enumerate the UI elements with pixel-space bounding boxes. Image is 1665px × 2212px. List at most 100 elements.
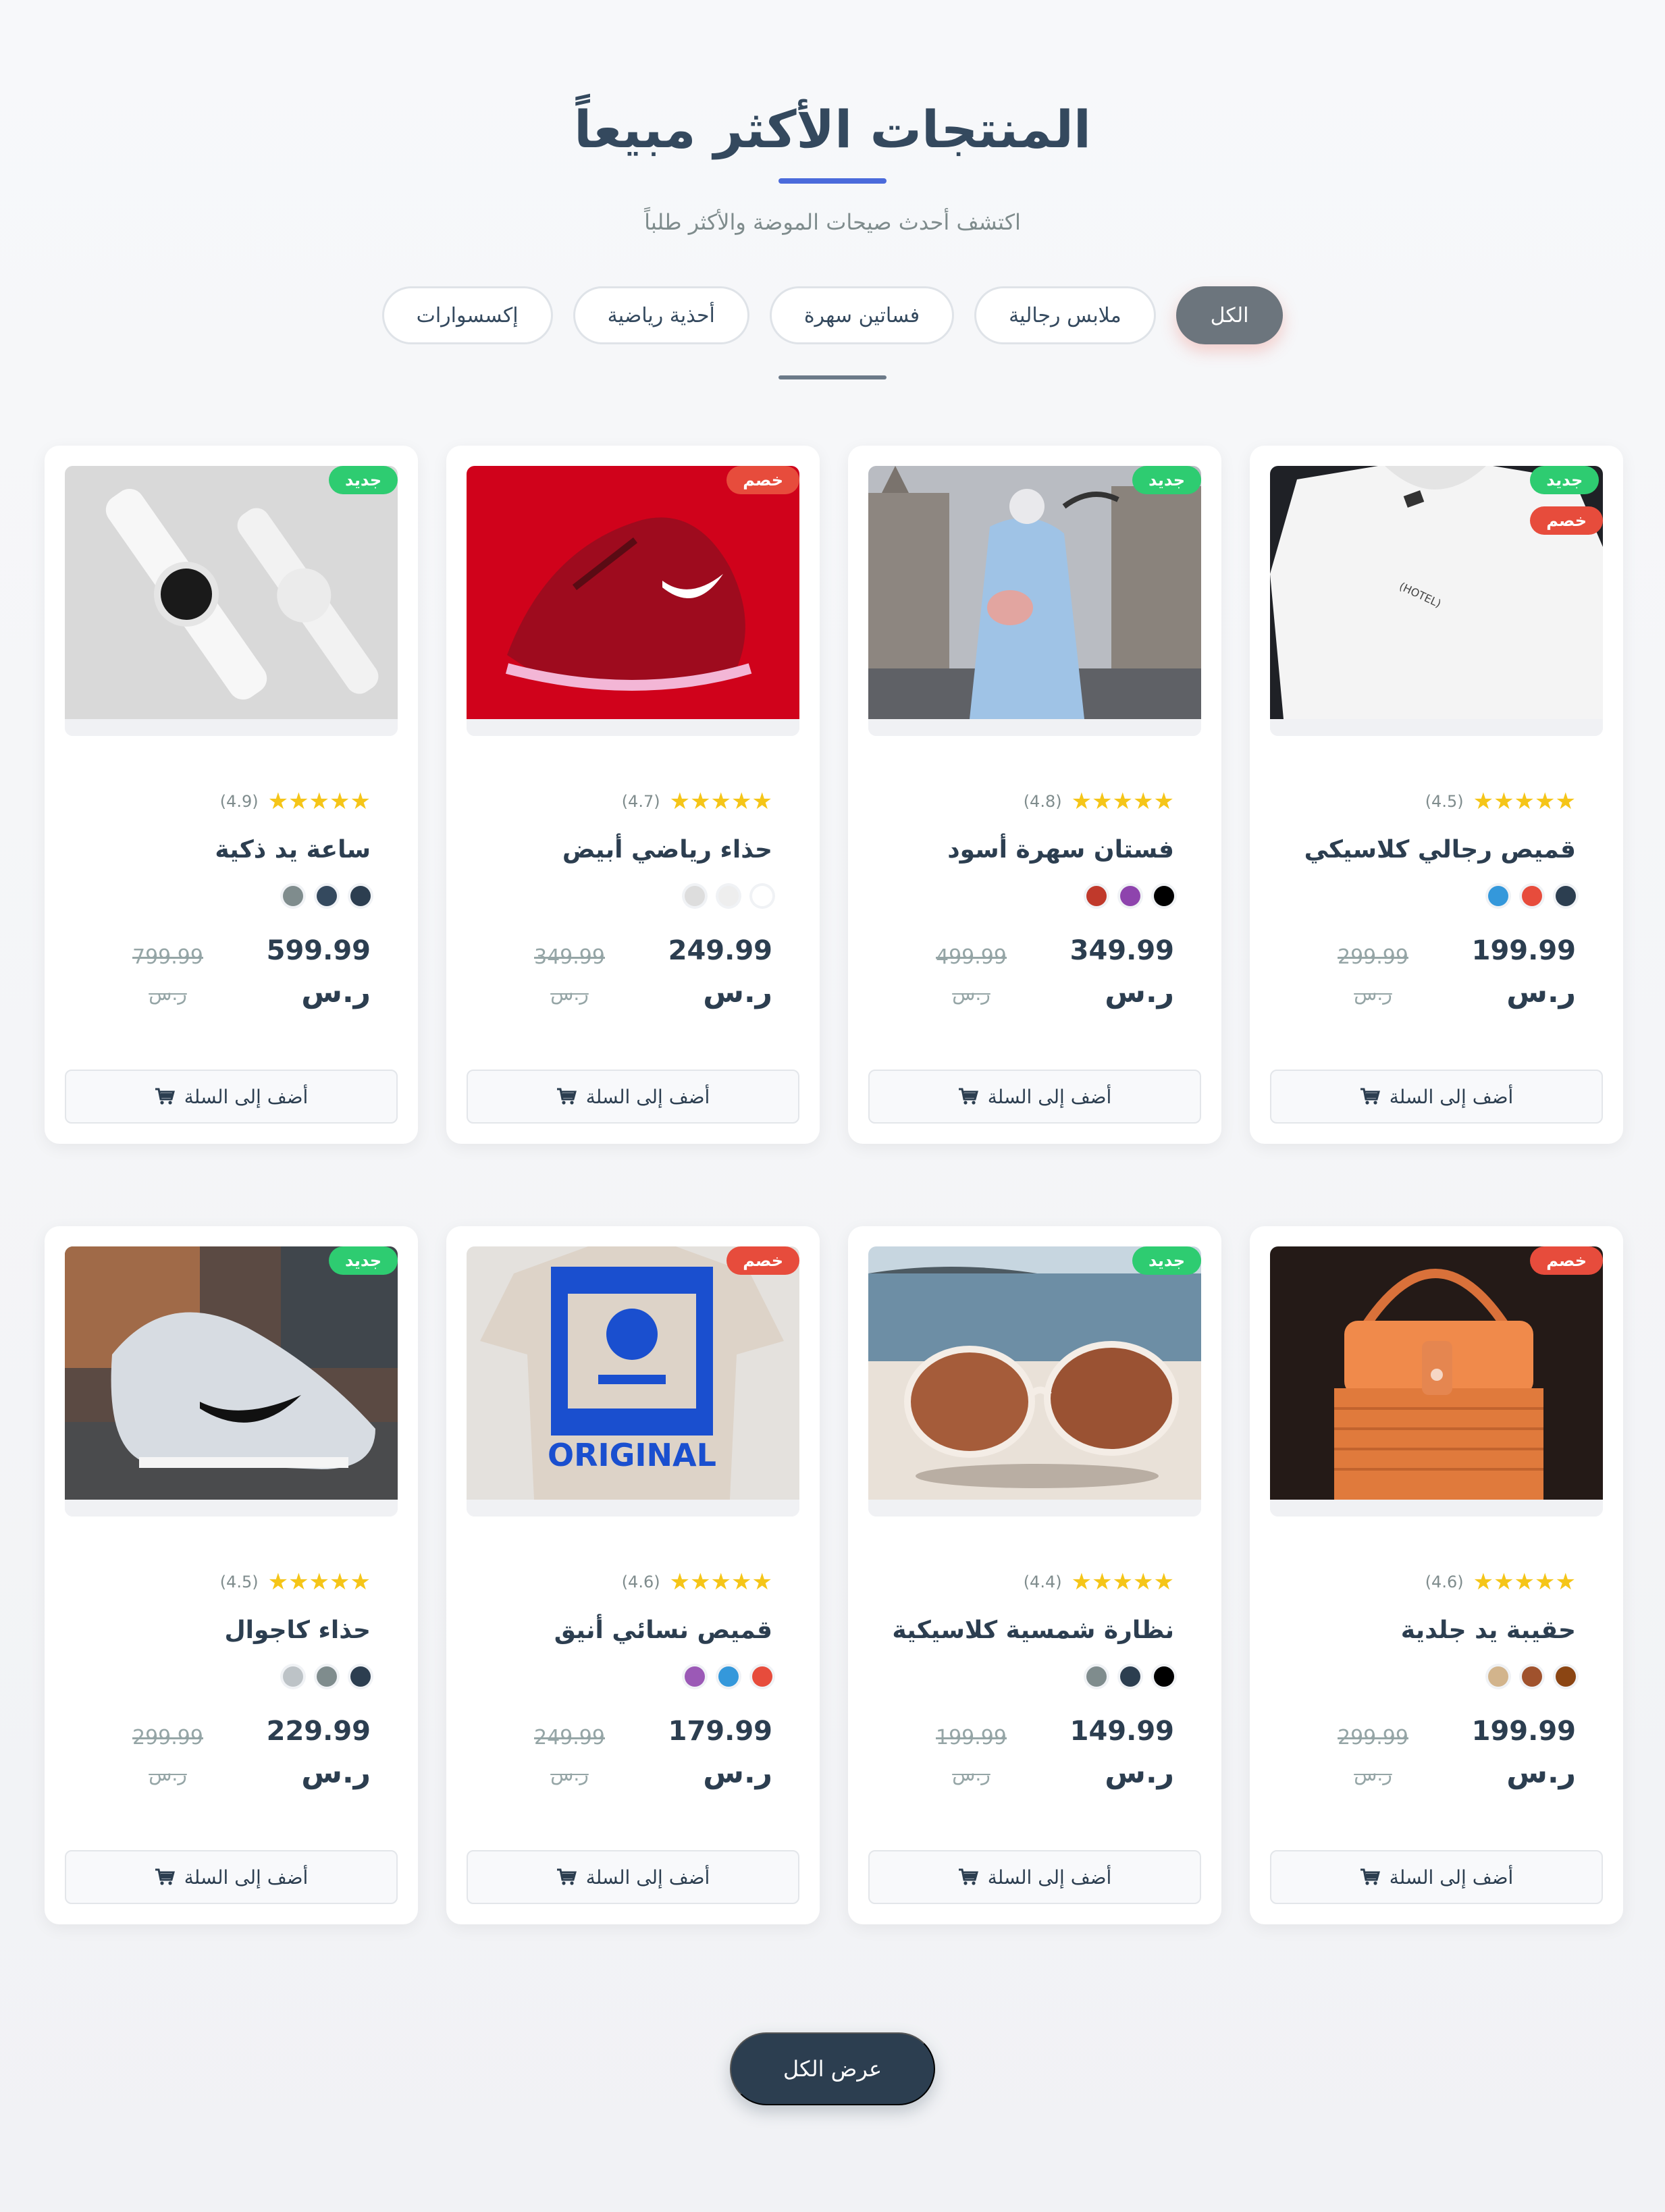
color-swatch[interactable] xyxy=(752,1666,772,1687)
add-to-cart-button[interactable]: أضف إلى السلة xyxy=(467,1070,799,1124)
star-rating-icon: ★★★★★ xyxy=(1473,1569,1576,1596)
svg-text:ORIGINAL: ORIGINAL xyxy=(548,1437,716,1473)
cart-icon xyxy=(1360,1868,1380,1885)
product-name[interactable]: ساعة يد ذكية xyxy=(215,836,371,864)
product-image[interactable] xyxy=(467,466,799,736)
product-card[interactable]: جديد ★★★★★ (4.8) فستان سهرة أسود 349.99 … xyxy=(848,446,1221,1144)
product-image[interactable] xyxy=(65,466,398,736)
rating: ★★★★★ (4.4) xyxy=(1024,1571,1174,1594)
color-swatch[interactable] xyxy=(350,886,371,906)
rating: ★★★★★ (4.6) xyxy=(1425,1571,1576,1594)
current-price: 249.99 ر.س xyxy=(668,936,772,1009)
old-price: 299.99 ر.س xyxy=(1338,1726,1408,1785)
product-card[interactable]: خصم ★★★★★ (4.7) حذاء رياضي أبيض 249.99 ر… xyxy=(446,446,820,1144)
product-card[interactable]: ORIGINAL خصم ★★★★★ (4.6) قميص نسائي أنيق… xyxy=(446,1226,820,1924)
add-to-cart-button[interactable]: أضف إلى السلة xyxy=(1270,1070,1603,1124)
star-rating-icon: ★★★★★ xyxy=(1071,788,1174,815)
product-card[interactable]: جديد ★★★★★ (4.9) ساعة يد ذكية 599.99 ر.س… xyxy=(45,446,418,1144)
filter-all[interactable]: الكل xyxy=(1175,286,1284,344)
color-swatch[interactable] xyxy=(317,1666,337,1687)
price-value: 249.99 xyxy=(668,935,772,966)
color-swatch[interactable] xyxy=(1556,886,1576,906)
color-swatch[interactable] xyxy=(718,1666,739,1687)
cart-icon xyxy=(958,1868,978,1885)
color-swatch[interactable] xyxy=(1086,886,1107,906)
color-swatch[interactable] xyxy=(1154,1666,1174,1687)
category-filters: الكل ملابس رجالية فساتين سهرة أحذية رياض… xyxy=(0,286,1665,344)
product-name[interactable]: حذاء رياضي أبيض xyxy=(562,836,772,864)
page-subtitle: اكتشف أحدث صيحات الموضة والأكثر طلباً xyxy=(644,209,1021,235)
color-swatch[interactable] xyxy=(1522,1666,1542,1687)
add-to-cart-button[interactable]: أضف إلى السلة xyxy=(1270,1850,1603,1904)
price-value: 349.99 xyxy=(1069,935,1174,966)
product-name[interactable]: فستان سهرة أسود xyxy=(947,836,1174,864)
color-options xyxy=(685,886,772,906)
color-swatch[interactable] xyxy=(1120,1666,1140,1687)
add-to-cart-button[interactable]: أضف إلى السلة xyxy=(868,1070,1201,1124)
color-swatch[interactable] xyxy=(1522,886,1542,906)
color-swatch[interactable] xyxy=(283,886,303,906)
view-all-button[interactable]: عرض الكل xyxy=(730,2032,935,2105)
color-swatch[interactable] xyxy=(283,1666,303,1687)
star-rating-icon: ★★★★★ xyxy=(1473,788,1576,815)
product-card[interactable]: (HOTEL) جديد خصم ★★★★★ (4.5) قميص رجالي ك… xyxy=(1250,446,1623,1144)
product-image[interactable] xyxy=(1270,1246,1603,1517)
filters-divider xyxy=(778,375,887,379)
price-value: 179.99 xyxy=(668,1716,772,1747)
filter-evening-dresses[interactable]: فساتين سهرة xyxy=(769,286,955,344)
color-swatch[interactable] xyxy=(1488,1666,1508,1687)
product-name[interactable]: قميص رجالي كلاسيكي xyxy=(1304,836,1576,864)
product-name[interactable]: نظارة شمسية كلاسيكية xyxy=(892,1616,1174,1644)
rating: ★★★★★ (4.6) xyxy=(622,1571,772,1594)
star-rating-icon: ★★★★★ xyxy=(1071,1569,1174,1596)
add-to-cart-button[interactable]: أضف إلى السلة xyxy=(65,1070,398,1124)
star-rating-icon: ★★★★★ xyxy=(267,788,371,815)
color-swatch[interactable] xyxy=(1556,1666,1576,1687)
color-swatch[interactable] xyxy=(1120,886,1140,906)
product-name[interactable]: حقيبة يد جلدية xyxy=(1401,1616,1576,1644)
add-to-cart-button[interactable]: أضف إلى السلة xyxy=(467,1850,799,1904)
products-grid-row-2: خصم ★★★★★ (4.6) حقيبة يد جلدية 199.99 ر.… xyxy=(43,1226,1623,1924)
add-to-cart-label: أضف إلى السلة xyxy=(1389,1085,1514,1108)
color-swatch[interactable] xyxy=(1154,886,1174,906)
filter-mens-clothing[interactable]: ملابس رجالية xyxy=(974,286,1156,344)
product-image[interactable] xyxy=(868,466,1201,736)
color-swatch[interactable] xyxy=(1488,886,1508,906)
product-image[interactable] xyxy=(65,1246,398,1517)
filter-accessories[interactable]: إكسسوارات xyxy=(381,286,553,344)
product-card[interactable]: جديد ★★★★★ (4.4) نظارة شمسية كلاسيكية 14… xyxy=(848,1226,1221,1924)
old-price-value: 249.99 xyxy=(534,1726,605,1749)
price-value: 149.99 xyxy=(1069,1716,1174,1747)
color-swatch[interactable] xyxy=(718,886,739,906)
product-name[interactable]: حذاء كاجوال xyxy=(224,1616,371,1644)
old-price-currency: ر.س xyxy=(149,1763,187,1785)
old-price-value: 299.99 xyxy=(132,1726,203,1749)
color-swatch[interactable] xyxy=(752,886,772,906)
old-price-value: 299.99 xyxy=(1338,945,1408,969)
cart-icon xyxy=(155,1868,175,1885)
rating-value: (4.5) xyxy=(1425,792,1464,811)
add-to-cart-label: أضف إلى السلة xyxy=(585,1866,710,1889)
add-to-cart-button[interactable]: أضف إلى السلة xyxy=(868,1850,1201,1904)
color-swatch[interactable] xyxy=(350,1666,371,1687)
product-image[interactable]: ORIGINAL xyxy=(467,1246,799,1517)
price-value: 199.99 xyxy=(1471,935,1576,966)
product-image[interactable] xyxy=(868,1246,1201,1517)
star-rating-icon: ★★★★★ xyxy=(669,1569,772,1596)
price-value: 599.99 xyxy=(266,935,371,966)
product-card[interactable]: جديد ★★★★★ (4.5) حذاء كاجوال 229.99 ر.س … xyxy=(45,1226,418,1924)
old-price: 199.99 ر.س xyxy=(936,1726,1007,1785)
color-swatch[interactable] xyxy=(685,1666,705,1687)
product-card[interactable]: خصم ★★★★★ (4.6) حقيبة يد جلدية 199.99 ر.… xyxy=(1250,1226,1623,1924)
filter-sport-shoes[interactable]: أحذية رياضية xyxy=(573,286,749,344)
color-swatch[interactable] xyxy=(685,886,705,906)
rating-value: (4.5) xyxy=(219,1573,259,1591)
cart-icon xyxy=(155,1088,175,1105)
rating: ★★★★★ (4.8) xyxy=(1024,790,1174,813)
color-swatch[interactable] xyxy=(1086,1666,1107,1687)
product-name[interactable]: قميص نسائي أنيق xyxy=(554,1616,772,1644)
color-options xyxy=(1488,1666,1576,1687)
color-swatch[interactable] xyxy=(317,886,337,906)
add-to-cart-button[interactable]: أضف إلى السلة xyxy=(65,1850,398,1904)
sale-badge: خصم xyxy=(726,1246,799,1275)
